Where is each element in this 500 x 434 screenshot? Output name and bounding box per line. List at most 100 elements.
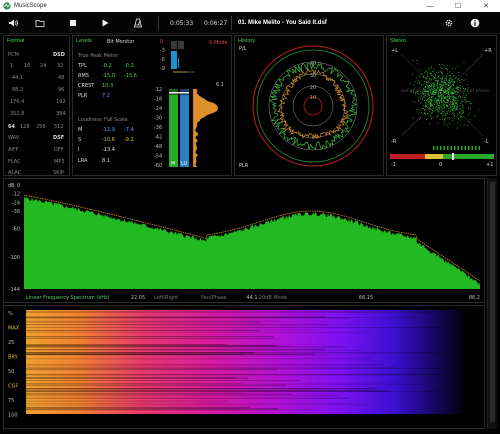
stereo-dot: [439, 87, 441, 89]
stereo-dot: [437, 94, 439, 96]
stereo-dot: [428, 95, 430, 96]
stereo-dot: [440, 77, 442, 79]
stereo-dot: [446, 104, 448, 106]
stereo-dot: [442, 118, 443, 120]
stereo-dot: [465, 102, 467, 103]
stereo-dot: [447, 106, 449, 107]
stereo-dot: [447, 102, 448, 103]
stereo-dot: [465, 99, 466, 100]
spectrogram-line: [26, 404, 369, 406]
stereo-dot: [462, 117, 463, 119]
stereo-dot: [441, 76, 443, 78]
settings-button[interactable]: [442, 16, 456, 30]
stereo-dot: [431, 84, 433, 85]
maximize-button[interactable]: ☐: [444, 0, 472, 12]
stereo-dot: [418, 98, 420, 100]
stereo-dot: [446, 77, 447, 79]
spectrogram-line: [26, 384, 286, 386]
stereo-dot: [460, 108, 461, 109]
stop-button[interactable]: [66, 16, 80, 30]
stereo-dot: [453, 98, 454, 100]
rms-right: -15.6: [124, 73, 137, 79]
bits-16: 16: [24, 63, 31, 69]
rms-label: RMS: [78, 73, 89, 79]
stereo-dot: [451, 106, 452, 108]
spectrum-y-tick: -36: [12, 209, 20, 215]
rate-176-4: 176.4: [10, 99, 25, 105]
stereo-dot: [443, 105, 445, 106]
stereo-dot: [417, 91, 419, 92]
option-pan-phase[interactable]: Pan/Phase: [201, 295, 227, 301]
stereo-dot: [447, 69, 448, 71]
stereo-dot: [412, 117, 414, 119]
stereo-dot: [427, 92, 428, 94]
stereo-dot: [447, 88, 448, 89]
stereo-dot: [434, 98, 436, 100]
lra-label: LRA: [78, 158, 88, 164]
stereo-dot: [434, 90, 436, 92]
stereo-dot: [425, 89, 426, 91]
option-left-right[interactable]: Left/Right: [154, 295, 178, 301]
title-bar: MusicScope — ☐ ✕: [0, 0, 500, 12]
stereo-dot: [468, 101, 470, 103]
corr-tick: [461, 146, 463, 150]
scrollbar-thumb[interactable]: [490, 182, 495, 422]
dsd-256: 256: [36, 124, 46, 130]
stereo-plus-r: +R: [484, 48, 492, 54]
pcm-label: PCM: [8, 52, 19, 58]
stereo-dot: [443, 95, 444, 96]
stereo-dot: [427, 70, 429, 72]
stereo-dot: [453, 112, 455, 114]
stereo-dot: [434, 85, 436, 87]
stereo-dot: [436, 85, 438, 87]
open-folder-button[interactable]: [33, 16, 47, 30]
stereo-dot: [431, 92, 433, 93]
corr-tick: [440, 146, 442, 150]
rate-44-1: 44.1: [12, 75, 24, 81]
stereo-dot: [435, 90, 437, 92]
metronome-button[interactable]: [131, 16, 145, 30]
lra-value: 8.1: [102, 158, 110, 164]
stereo-dot: [412, 73, 413, 75]
spectrum-mode[interactable]: Linear Frequency Spectrum (kHz): [26, 295, 110, 301]
stereo-dot: [442, 90, 444, 91]
option-20db-mode[interactable]: -20dB Mode: [257, 295, 287, 301]
loudness-histogram: [193, 89, 218, 167]
minimize-button[interactable]: —: [416, 0, 444, 12]
stereo-dot: [425, 102, 427, 104]
stereo-dot: [426, 106, 428, 107]
spectrogram-line: [26, 350, 363, 351]
stereo-dot: [463, 95, 464, 96]
stereo-dot: [446, 72, 448, 74]
hist-value: 6.1: [216, 82, 224, 88]
stereo-dot: [419, 82, 420, 84]
stereo-dot: [439, 70, 441, 72]
corr-pos: [443, 154, 494, 159]
stereo-dot: [445, 67, 446, 69]
volume-button[interactable]: [6, 16, 20, 30]
stereo-dot: [428, 85, 429, 87]
stereo-dot: [461, 97, 463, 98]
vertical-scrollbar[interactable]: [487, 178, 497, 429]
spectrogram-line: [26, 392, 244, 394]
info-button[interactable]: [468, 16, 482, 30]
stereo-dot: [460, 88, 461, 90]
stereo-dot: [463, 88, 464, 89]
stereo-dot: [441, 81, 443, 82]
stereo-dot: [456, 97, 457, 99]
stereo-dot: [458, 87, 460, 88]
stereo-dot: [451, 94, 453, 95]
stereo-dot: [460, 82, 462, 84]
stereo-dot: [435, 102, 436, 104]
rate-352-8: 352.8: [10, 111, 25, 117]
stereo-dot: [428, 91, 429, 92]
stereo-dot: [450, 96, 452, 97]
stereo-dot: [430, 89, 432, 91]
close-button[interactable]: ✕: [472, 0, 500, 12]
stereo-dot: [459, 90, 461, 91]
stereo-dot: [449, 78, 451, 80]
stereo-dot: [441, 88, 442, 90]
spectrogram-panel: % MAX 25 BRY 50 CGF 75 100: [3, 305, 485, 429]
stereo-dot: [455, 116, 457, 118]
play-button[interactable]: [98, 16, 112, 30]
